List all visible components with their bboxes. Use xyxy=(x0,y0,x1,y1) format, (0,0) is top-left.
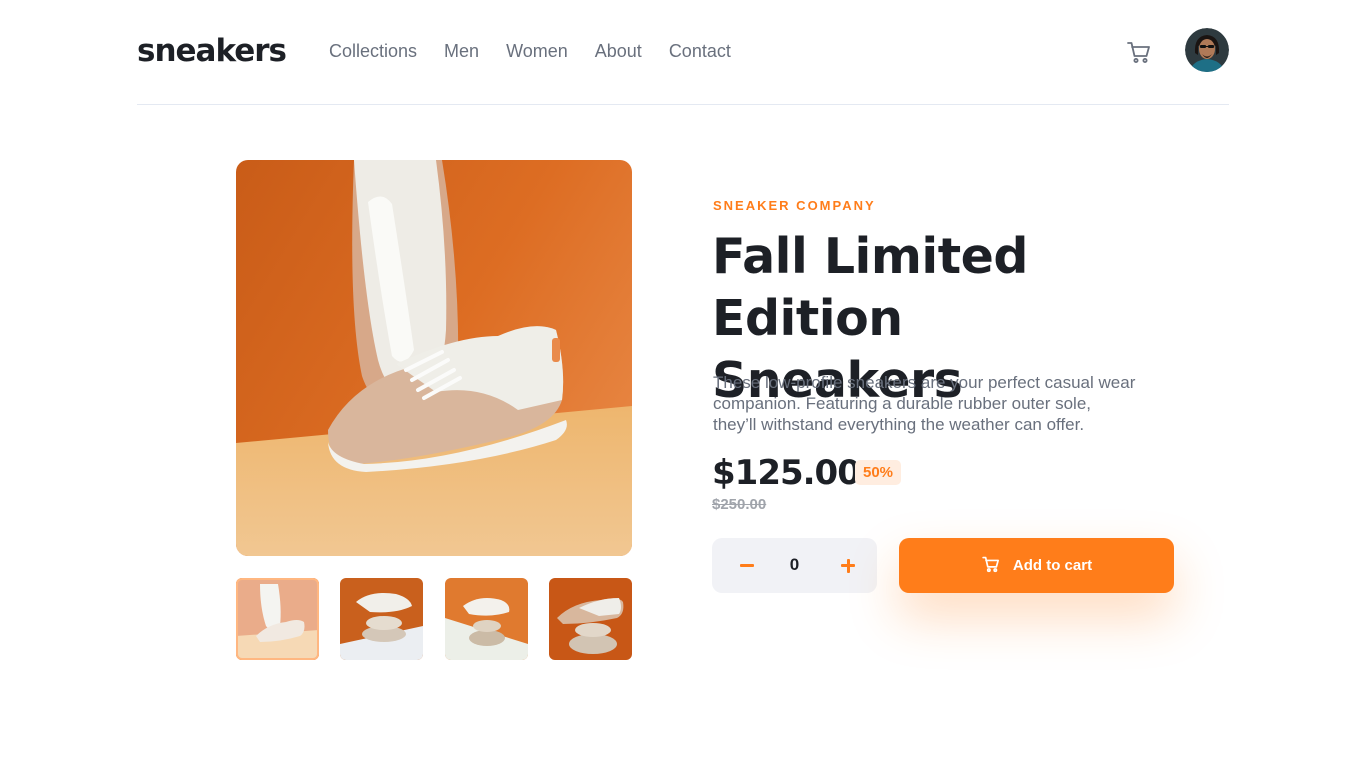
cart-icon xyxy=(981,554,1001,578)
logo[interactable]: sneakers xyxy=(137,33,287,69)
main-nav: Collections Men Women About Contact xyxy=(329,41,731,62)
thumbnail-4[interactable] xyxy=(549,578,632,660)
thumbnail-2[interactable] xyxy=(340,578,423,660)
add-to-cart-label: Add to cart xyxy=(1012,557,1093,574)
nav-collections[interactable]: Collections xyxy=(329,41,417,62)
nav-women[interactable]: Women xyxy=(506,41,568,62)
original-price: $250.00 xyxy=(712,496,767,513)
description-line-3: they’ll withstand everything the weather… xyxy=(713,415,1085,434)
product-description: These low-profile sneakers are your perf… xyxy=(713,372,1183,435)
description-line-2: companion. Featuring a durable rubber ou… xyxy=(713,394,1092,413)
discount-badge: 50% xyxy=(855,460,901,485)
company-label: SNEAKER COMPANY xyxy=(713,198,876,213)
minus-icon[interactable] xyxy=(732,550,762,580)
user-avatar[interactable] xyxy=(1185,28,1229,72)
quantity-value: 0 xyxy=(789,555,800,574)
plus-icon[interactable] xyxy=(833,550,863,580)
thumbnail-1[interactable] xyxy=(236,578,319,660)
site-header: sneakers Collections Men Women About Con… xyxy=(137,0,1229,105)
product-title-line-1: Fall Limited Edition xyxy=(712,228,1028,347)
product-main-image[interactable] xyxy=(236,160,632,556)
nav-about[interactable]: About xyxy=(595,41,642,62)
nav-men[interactable]: Men xyxy=(444,41,479,62)
nav-contact[interactable]: Contact xyxy=(669,41,731,62)
add-to-cart-button[interactable]: Add to cart xyxy=(899,538,1174,593)
description-line-1: These low-profile sneakers are your perf… xyxy=(713,373,1136,392)
current-price: $125.00 xyxy=(712,453,861,493)
cart-icon[interactable] xyxy=(1125,38,1153,66)
quantity-stepper: 0 xyxy=(712,538,877,593)
thumbnail-3[interactable] xyxy=(445,578,528,660)
